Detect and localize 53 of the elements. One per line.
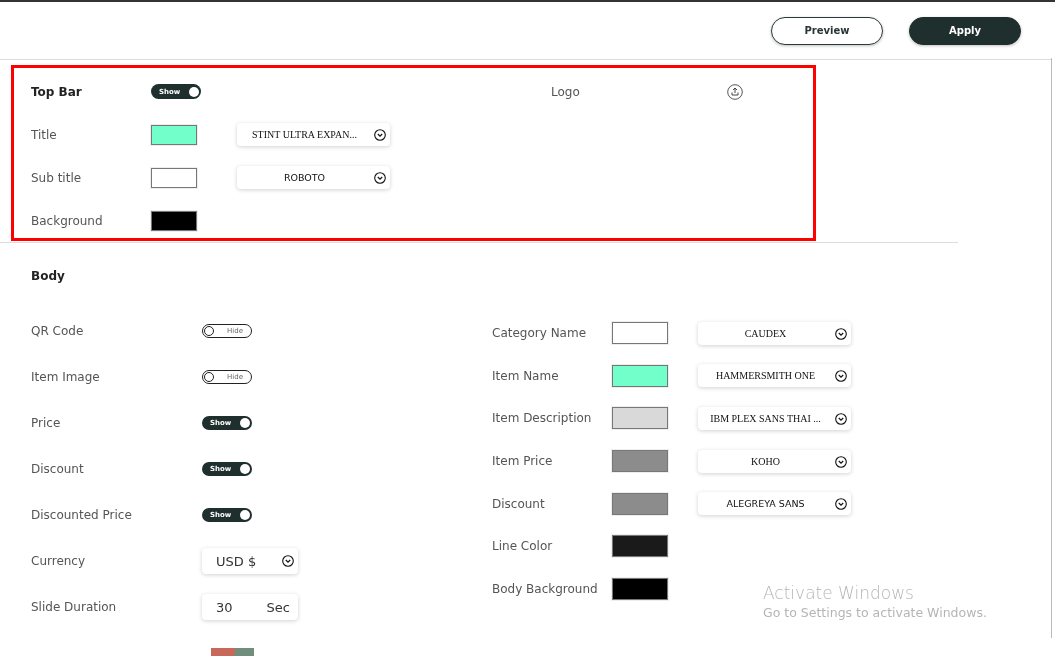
setting-label: Item Name	[492, 368, 560, 383]
font-dropdown[interactable]: IBM PLEX SANS THAI ...	[698, 407, 851, 430]
color-swatch[interactable]	[612, 364, 668, 387]
setting-label: Title	[31, 127, 58, 142]
chevron-down-icon	[835, 327, 847, 340]
color-swatch[interactable]	[612, 577, 668, 600]
setting-label: Logo	[551, 84, 581, 99]
color-swatch[interactable]	[151, 210, 197, 231]
apply-button[interactable]: Apply	[909, 16, 1021, 45]
setting-label: Item Description	[492, 411, 593, 426]
setting-label: Currency	[31, 554, 87, 568]
chevron-down-icon	[374, 129, 386, 141]
setting-label: Sub title	[31, 170, 83, 185]
color-swatch[interactable]	[612, 407, 668, 430]
chevron-down-icon	[374, 172, 386, 184]
color-swatch[interactable]	[151, 167, 197, 188]
chevron-down-icon	[835, 370, 847, 383]
color-swatch[interactable]	[151, 124, 197, 145]
photo-placeholder	[211, 648, 254, 656]
section-title: Top Bar	[31, 84, 83, 99]
chevron-down-icon	[835, 413, 847, 425]
chevron-down-icon	[835, 498, 847, 511]
upload-icon[interactable]	[727, 83, 743, 100]
chevron-down-icon	[282, 555, 294, 567]
font-dropdown[interactable]: STINT ULTRA EXPAN...	[237, 123, 390, 146]
setting-label: Background	[31, 213, 104, 228]
font-dropdown[interactable]: ALEGREYA SANS	[698, 492, 851, 516]
font-dropdown[interactable]: ROBOTO	[237, 166, 390, 189]
preview-button[interactable]: Preview	[771, 16, 883, 45]
duration-field[interactable]: 30 Sec	[202, 594, 298, 620]
color-swatch[interactable]	[612, 535, 668, 558]
setting-label: Body Background	[492, 581, 599, 596]
setting-label: Category Name	[492, 326, 588, 341]
section-title: Body	[31, 269, 66, 285]
setting-label: Price	[31, 416, 62, 430]
color-swatch[interactable]	[612, 492, 668, 515]
setting-label: Line Color	[492, 539, 554, 554]
setting-label: Discount	[492, 496, 546, 511]
color-swatch[interactable]	[612, 450, 668, 473]
setting-label: Slide Duration	[31, 600, 118, 614]
color-swatch[interactable]	[612, 322, 668, 345]
currency-dropdown[interactable]: USD $	[202, 548, 298, 574]
font-dropdown[interactable]: HAMMERSMITH ONE	[698, 364, 851, 388]
font-dropdown[interactable]: CAUDEX	[698, 321, 851, 345]
font-dropdown[interactable]: KOHO	[698, 449, 851, 473]
setting-label: Discount	[31, 462, 85, 476]
setting-label: Item Price	[492, 454, 554, 469]
setting-label: QR Code	[31, 324, 85, 338]
setting-label: Item Image	[31, 370, 101, 384]
setting-label: Discounted Price	[31, 508, 133, 522]
chevron-down-icon	[835, 455, 847, 468]
activation-message: Go to Settings to activate Windows.	[763, 605, 987, 620]
activation-title: Activate Windows	[763, 583, 915, 603]
